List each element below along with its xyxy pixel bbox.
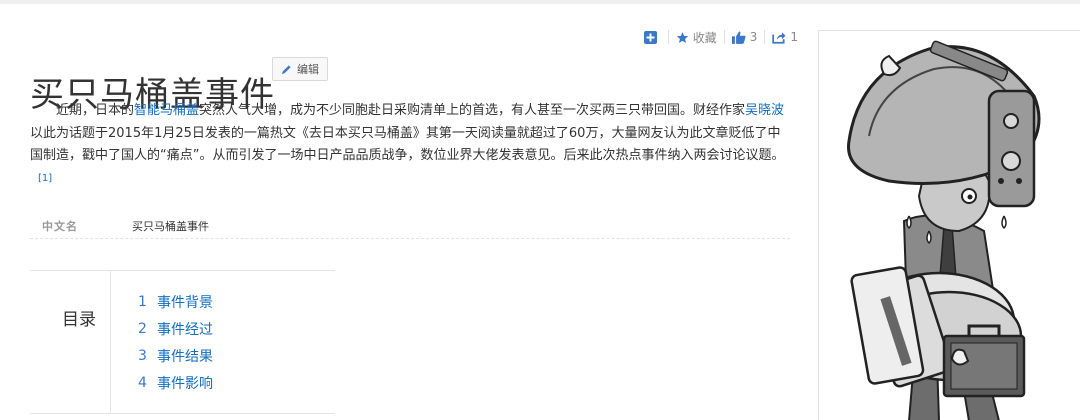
catalog-item[interactable]: 1 事件背景 bbox=[138, 288, 213, 315]
catalog-item[interactable]: 2 事件经过 bbox=[138, 315, 213, 342]
summary-text-1: 近期，日本的 bbox=[56, 103, 135, 118]
favorite-label: 收藏 bbox=[692, 30, 717, 45]
catalog-item-number: 1 bbox=[138, 293, 147, 310]
summary-text-2: 突然人气大增，成为不少同胞赴日采购清单上的首选，有人甚至一次买两三只带回国。财经… bbox=[199, 103, 746, 118]
basic-info: 中文名 买只马桶盖事件 bbox=[30, 212, 790, 239]
catalog-title: 目录 bbox=[62, 310, 96, 330]
catalog-item-label[interactable]: 事件经过 bbox=[157, 319, 213, 339]
summary-picture[interactable] bbox=[818, 30, 1080, 420]
catalog-item-number: 3 bbox=[138, 347, 147, 364]
top-border bbox=[0, 0, 1080, 4]
like-count: 3 bbox=[749, 30, 758, 44]
catalog-item-number: 2 bbox=[138, 320, 147, 337]
link-wu-xiaobo[interactable]: 吴晓波 bbox=[745, 103, 784, 118]
like-button[interactable]: 3 bbox=[723, 30, 765, 44]
share-button[interactable]: 1 bbox=[764, 30, 805, 44]
edit-label: 编辑 bbox=[297, 63, 319, 76]
summary-paragraph: 近期，日本的智能马桶盖突然人气大增，成为不少同胞赴日采购清单上的首选，有人甚至一… bbox=[30, 100, 790, 194]
catalog-item-label[interactable]: 事件影响 bbox=[157, 373, 213, 393]
edit-button[interactable]: 编辑 bbox=[272, 57, 328, 81]
favorite-button[interactable]: 收藏 bbox=[667, 30, 724, 45]
summary-text-3: 以此为话题于2015年1月25日发表的一篇热文《去日本买只马桶盖》其第一天阅读量… bbox=[30, 125, 785, 164]
thumbs-up-icon bbox=[731, 31, 746, 44]
pencil-icon bbox=[281, 64, 292, 75]
catalog-item[interactable]: 4 事件影响 bbox=[138, 369, 213, 396]
catalog-item-number: 4 bbox=[138, 374, 147, 391]
catalog-list: 1 事件背景 2 事件经过 3 事件结果 4 事件影响 bbox=[138, 288, 213, 396]
cartoon-man-carrying-toilet-lids-illustration bbox=[847, 40, 1041, 420]
basic-info-value: 买只马桶盖事件 bbox=[132, 220, 209, 233]
basic-info-key: 中文名 bbox=[42, 220, 78, 233]
star-icon bbox=[676, 31, 689, 44]
toolbar: 收藏 3 1 bbox=[637, 30, 805, 45]
add-button[interactable] bbox=[637, 30, 668, 44]
share-count: 1 bbox=[790, 30, 798, 44]
add-icon bbox=[643, 30, 657, 44]
catalog-item-label[interactable]: 事件背景 bbox=[157, 292, 213, 312]
catalog-item[interactable]: 3 事件结果 bbox=[138, 342, 213, 369]
catalog-item-label[interactable]: 事件结果 bbox=[157, 346, 213, 366]
catalog-divider bbox=[110, 271, 111, 413]
catalog: 目录 1 事件背景 2 事件经过 3 事件结果 4 事件影响 bbox=[30, 270, 335, 414]
link-smart-toilet-lid[interactable]: 智能马桶盖 bbox=[134, 103, 199, 118]
share-icon bbox=[772, 31, 786, 44]
reference-link[interactable]: [1] bbox=[38, 173, 52, 184]
